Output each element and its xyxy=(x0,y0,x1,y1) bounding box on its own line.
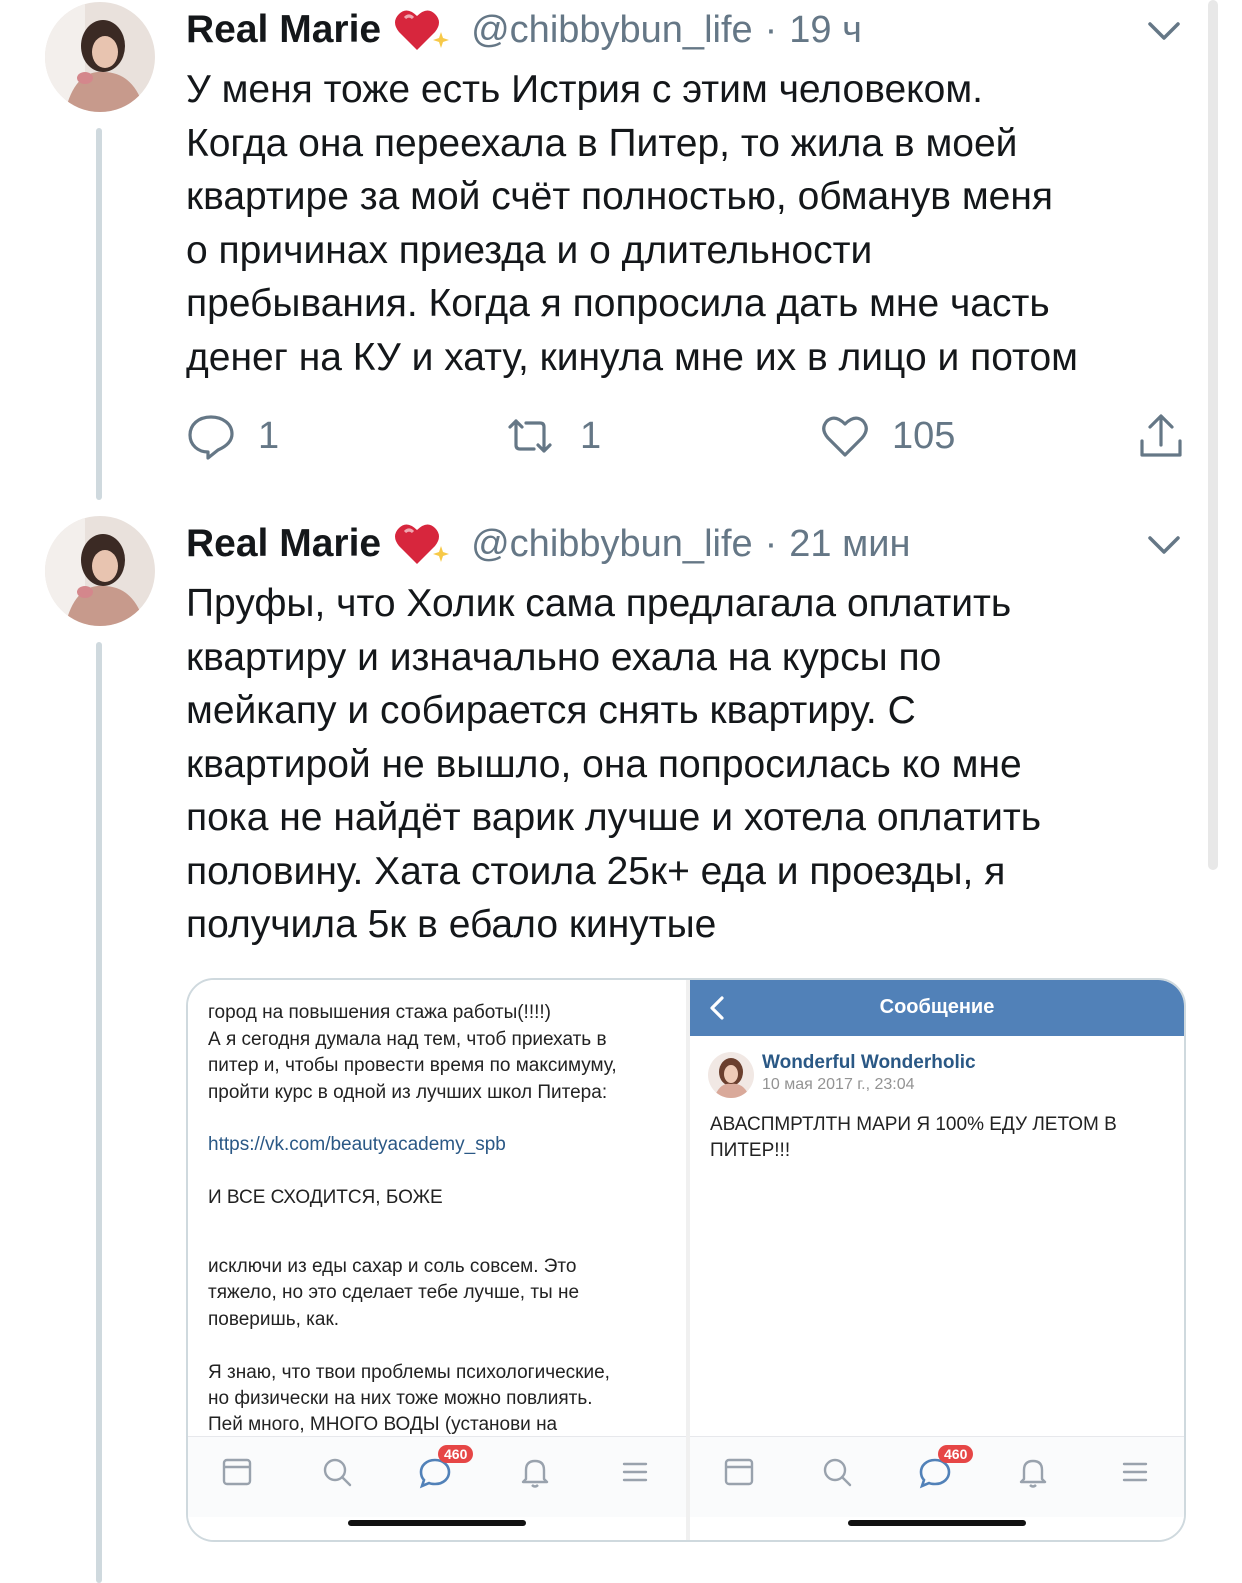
retweet-button[interactable]: 1 xyxy=(502,406,601,466)
search-icon[interactable] xyxy=(820,1455,854,1489)
tweet-media[interactable]: город на повышения стажа работы(!!!!) А … xyxy=(186,978,1186,1542)
tweet-header: Real Marie @chibbybun_life · 21 мин xyxy=(186,514,910,574)
tweet-actions: 1 1 105 xyxy=(186,406,1186,466)
vk-tabbar: 460 xyxy=(188,1436,686,1517)
timestamp[interactable]: 21 мин xyxy=(789,523,910,566)
tweet-text: У меня тоже есть Истрия с этим человеком… xyxy=(186,68,1078,379)
sparkling-heart-icon xyxy=(393,520,451,568)
tweet-header: Real Marie @chibbybun_life · 19 ч xyxy=(186,0,862,60)
page-scrollbar[interactable] xyxy=(1208,0,1218,870)
retweet-icon xyxy=(508,419,552,453)
chat-text-after-link: И ВСЕ СХОДИТСЯ, БОЖЕ xyxy=(208,1187,443,1209)
vk-header-title: Сообщение xyxy=(879,996,995,1018)
home-indicator xyxy=(848,1520,1026,1526)
separator-dot: · xyxy=(764,8,778,51)
sender-avatar[interactable] xyxy=(708,1052,754,1098)
menu-icon[interactable] xyxy=(618,1455,652,1489)
retweet-count: 1 xyxy=(580,414,602,457)
message-text: АВАСПМРТЛТН МАРИ Я 100% ЕДУ ЛЕТОМ В ПИТЕ… xyxy=(710,1114,1117,1161)
like-icon xyxy=(822,416,868,457)
display-name[interactable]: Real Marie xyxy=(186,522,381,566)
feed-icon[interactable] xyxy=(220,1455,254,1489)
search-icon[interactable] xyxy=(320,1455,354,1489)
timestamp[interactable]: 19 ч xyxy=(789,9,862,52)
media-screenshot-right[interactable]: Сообщение Wonderful Wonderholic 10 мая 2… xyxy=(690,980,1184,1540)
chevron-down-icon[interactable] xyxy=(1142,8,1186,52)
tweet-text: Пруфы, что Холик сама предлагала оплатит… xyxy=(186,582,1042,946)
chat-text-top: город на повышения стажа работы(!!!!) А … xyxy=(208,980,678,1212)
handle[interactable]: @chibbybun_life xyxy=(471,9,753,52)
reply-count: 1 xyxy=(258,414,280,457)
messages-icon[interactable]: 460 xyxy=(418,1445,474,1489)
like-button[interactable]: 105 xyxy=(820,406,955,466)
chat-text-top-lines: город на повышения стажа работы(!!!!) А … xyxy=(208,1002,617,1103)
share-button[interactable] xyxy=(1136,406,1208,466)
media-screenshot-left[interactable]: город на повышения стажа работы(!!!!) А … xyxy=(188,980,686,1540)
separator-dot: · xyxy=(764,522,778,565)
thread-line xyxy=(96,128,102,500)
display-name[interactable]: Real Marie xyxy=(186,8,381,52)
avatar[interactable] xyxy=(45,516,155,626)
reply-button[interactable]: 1 xyxy=(186,406,279,466)
menu-icon[interactable] xyxy=(1118,1455,1152,1489)
chat-link[interactable]: https://vk.com/beautyacademy_spb xyxy=(208,1134,506,1155)
vk-tabbar: 460 xyxy=(690,1436,1184,1517)
notifications-icon[interactable] xyxy=(1016,1455,1050,1489)
vk-header: Сообщение xyxy=(690,980,1184,1036)
avatar[interactable] xyxy=(45,2,155,112)
message-date: 10 мая 2017 г., 23:04 xyxy=(762,1076,915,1093)
messages-badge: 460 xyxy=(438,1445,474,1463)
messages-badge: 460 xyxy=(938,1445,974,1463)
notifications-icon[interactable] xyxy=(518,1455,552,1489)
feed-icon[interactable] xyxy=(722,1455,756,1489)
chevron-down-icon[interactable] xyxy=(1142,522,1186,566)
home-indicator xyxy=(348,1520,526,1526)
share-icon xyxy=(1140,414,1182,457)
sender-name[interactable]: Wonderful Wonderholic xyxy=(762,1052,976,1074)
handle[interactable]: @chibbybun_life xyxy=(471,523,753,566)
sparkling-heart-icon xyxy=(393,6,451,54)
chat-text-bottom: исключи из еды сахар и соль совсем. Это … xyxy=(208,1256,610,1436)
reply-icon xyxy=(188,415,234,460)
thread-line xyxy=(96,642,102,1583)
like-count: 105 xyxy=(892,414,956,457)
messages-icon[interactable]: 460 xyxy=(918,1445,974,1489)
